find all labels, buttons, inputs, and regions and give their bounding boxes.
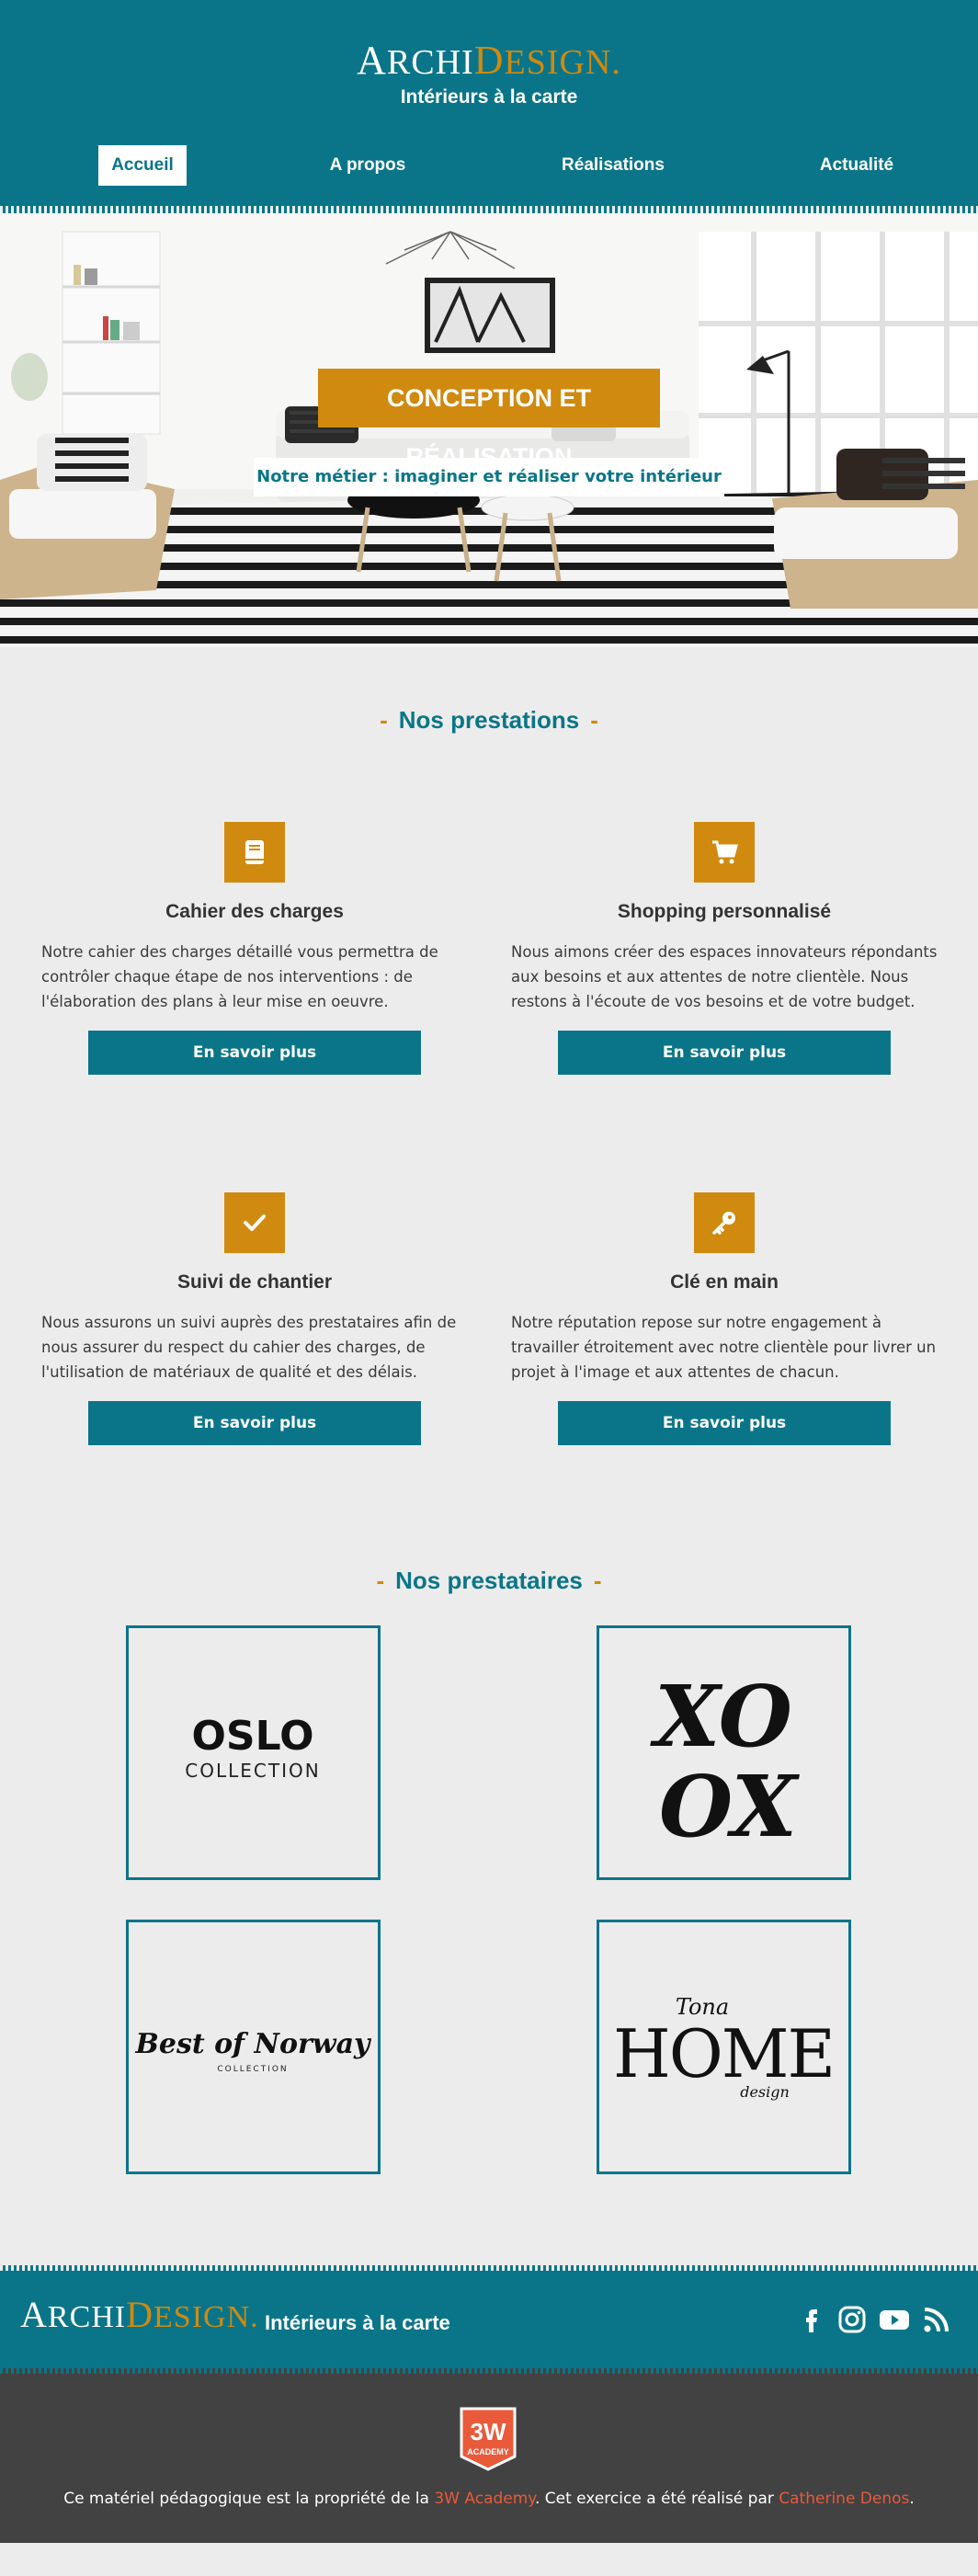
hero-subtitle: Notre métier : imaginer et réaliser votr… <box>254 458 724 496</box>
header-fringe <box>0 206 978 213</box>
service-text: Nous assurons un suivi auprès des presta… <box>41 1314 457 1381</box>
service-card: Clé en main Notre réputation repose sur … <box>511 1192 938 1445</box>
footer-fringe <box>0 2265 978 2271</box>
key-icon <box>694 1192 755 1253</box>
nav-item-accueil[interactable]: Accueil <box>98 145 187 186</box>
partners-title: - Nos prestataires - <box>376 1567 602 1594</box>
book-icon <box>224 822 285 883</box>
service-card: Suivi de chantier Nous assurons un suivi… <box>41 1192 468 1445</box>
service-text: Nous aimons créer des espaces innovateur… <box>511 943 938 1010</box>
svg-text:design: design <box>740 2083 790 2101</box>
partner-logo-card[interactable]: Tona HOME design <box>597 1920 851 2174</box>
service-text: Notre cahier des charges détaillé vous p… <box>41 943 438 1010</box>
partner-logo-card[interactable]: OSLO COLLECTION <box>126 1625 381 1880</box>
oslo-collection-logo: OSLO COLLECTION <box>185 1713 320 1782</box>
youtube-icon[interactable] <box>879 2304 910 2335</box>
footer-logo[interactable]: ARCHIDESIGN. <box>20 2297 259 2333</box>
services-title: - Nos prestations - <box>380 706 598 734</box>
main-nav: Accueil A propos Réalisations Actualité <box>0 145 978 188</box>
service-title: Shopping personnalisé <box>617 901 832 922</box>
nav-item-a-propos[interactable]: A propos <box>313 145 423 186</box>
service-card: Cahier des charges Notre cahier des char… <box>41 822 468 1075</box>
footer-tagline: Intérieurs à la carte <box>265 2311 450 2334</box>
partner-logo-card[interactable]: XO OX <box>597 1625 851 1880</box>
svg-text:OSLO: OSLO <box>192 1713 314 1760</box>
hero-banner: CONCEPTION ET RÉALISATION Notre métier :… <box>0 213 978 647</box>
svg-text:3W: 3W <box>471 2418 506 2445</box>
svg-text:OX: OX <box>659 1757 801 1856</box>
service-text: Notre réputation repose sur notre engage… <box>511 1314 937 1381</box>
svg-text:COLLECTION: COLLECTION <box>185 1760 320 1782</box>
3w-academy-link[interactable]: 3W Academy <box>434 2490 535 2508</box>
learn-more-button[interactable]: En savoir plus <box>558 1031 891 1075</box>
header-tagline: Intérieurs à la carte <box>400 86 578 108</box>
shopping-cart-icon <box>694 822 755 883</box>
service-title: Clé en main <box>670 1271 779 1293</box>
credits-fringe <box>0 2368 978 2374</box>
credit-text: Ce matériel pédagogique est la propriété… <box>63 2490 915 2508</box>
nav-item-actualite[interactable]: Actualité <box>802 145 912 186</box>
svg-text:HOME: HOME <box>613 2015 834 2092</box>
svg-text:ACADEMY: ACADEMY <box>467 2447 509 2456</box>
services-section: - Nos prestations - Cahier des charges Not… <box>0 647 978 1567</box>
hero-title: CONCEPTION ET RÉALISATION <box>318 369 660 471</box>
learn-more-button[interactable]: En savoir plus <box>88 1031 421 1075</box>
3w-academy-badge[interactable]: 3W ACADEMY <box>458 2405 518 2471</box>
partner-logo-card[interactable]: Best of Norway COLLECTION <box>126 1920 381 2174</box>
nav-item-realisations[interactable]: Réalisations <box>552 145 675 186</box>
home-design-logo: Tona HOME design <box>613 1994 836 2101</box>
check-icon <box>224 1192 285 1253</box>
logo-part-design: DESIGN. <box>126 2294 259 2335</box>
partners-section: - Nos prestataires - OSLO COLLECTION XO OX… <box>0 1567 978 2265</box>
logo-part-archi: ARCHI <box>20 2294 127 2335</box>
learn-more-button[interactable]: En savoir plus <box>558 1401 891 1445</box>
site-footer: ARCHIDESIGN. Intérieurs à la carte <box>0 2265 978 2368</box>
learn-more-button[interactable]: En savoir plus <box>88 1401 421 1445</box>
svg-text:Best of Norway: Best of Norway <box>135 2028 372 2060</box>
brand: ARCHIDESIGN. Intérieurs à la carte <box>0 40 978 108</box>
instagram-icon[interactable] <box>836 2304 868 2335</box>
service-card: Shopping personnalisé Nous aimons créer … <box>511 822 938 1075</box>
author-link[interactable]: Catherine Denos <box>779 2490 909 2508</box>
credits-bar: 3W ACADEMY Ce matériel pédagogique est l… <box>0 2368 978 2543</box>
site-header: ARCHIDESIGN. Intérieurs à la carte Accue… <box>0 0 978 213</box>
svg-text:XO: XO <box>650 1667 792 1766</box>
logo[interactable]: ARCHIDESIGN. <box>0 40 978 81</box>
service-title: Cahier des charges <box>165 901 344 922</box>
svg-text:COLLECTION: COLLECTION <box>217 2065 288 2074</box>
best-of-norway-logo: Best of Norway COLLECTION <box>135 2028 372 2074</box>
rss-icon[interactable] <box>921 2304 952 2335</box>
logo-part-archi: ARCHI <box>357 38 474 83</box>
service-title: Suivi de chantier <box>176 1271 333 1293</box>
logo-part-design: DESIGN. <box>473 38 621 83</box>
xoox-logo: XO OX <box>650 1667 801 1856</box>
social-links <box>796 2304 952 2335</box>
facebook-icon[interactable] <box>796 2304 827 2335</box>
